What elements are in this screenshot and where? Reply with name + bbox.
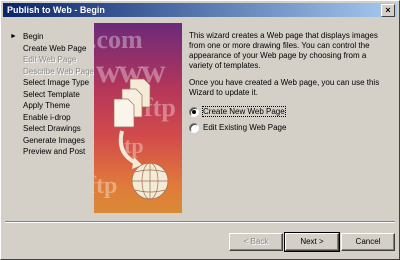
step-label: Edit Web Page bbox=[23, 55, 77, 64]
step-edit-web-page: Edit Web Page bbox=[5, 54, 93, 66]
step-label: Generate Images bbox=[23, 135, 85, 145]
step-enable-idrop: Enable i-drop bbox=[5, 112, 93, 124]
wizard-content: This wizard creates a Web page that disp… bbox=[189, 31, 389, 137]
step-label: Select Template bbox=[23, 89, 80, 99]
curved-arrow-icon bbox=[118, 130, 142, 169]
title-bar[interactable]: Publish to Web - Begin × bbox=[3, 3, 397, 17]
publish-to-web-dialog: Publish to Web - Begin × ► Begin Create … bbox=[0, 0, 400, 260]
step-begin: ► Begin bbox=[5, 31, 93, 43]
step-select-drawings: Select Drawings bbox=[5, 123, 93, 135]
radio-button[interactable] bbox=[189, 123, 199, 133]
step-label: Describe Web Page bbox=[23, 66, 94, 76]
wizard-banner-image: .com www ftp tp ftp bbox=[94, 23, 182, 213]
step-preview-and-post: Preview and Post bbox=[5, 146, 93, 158]
option-label[interactable]: Edit Existing Web Page bbox=[203, 123, 286, 132]
step-label: Apply Theme bbox=[23, 101, 70, 110]
step-apply-theme: Apply Theme bbox=[5, 100, 93, 112]
step-generate-images: Generate Images bbox=[5, 135, 93, 147]
option-label[interactable]: Create New Web Page bbox=[202, 106, 286, 117]
current-step-arrow-icon: ► bbox=[10, 33, 17, 40]
create-new-web-page-option[interactable]: Create New Web Page bbox=[189, 105, 389, 121]
dialog-title: Publish to Web - Begin bbox=[7, 5, 105, 15]
step-describe-web-page: Describe Web Page bbox=[5, 66, 94, 78]
globe-icon bbox=[131, 162, 169, 200]
document-stack-icon bbox=[113, 78, 151, 128]
update-note-text: Once you have created a Web page, you ca… bbox=[189, 78, 380, 97]
step-label: Begin bbox=[23, 32, 44, 41]
close-button[interactable]: × bbox=[381, 4, 395, 17]
wizard-steps-list: ► Begin Create Web Page Edit Web Page De… bbox=[5, 31, 94, 158]
step-select-template: Select Template bbox=[5, 89, 93, 101]
step-label: Preview and Post bbox=[23, 147, 86, 156]
step-label: Select Image Type bbox=[23, 78, 90, 87]
next-button[interactable]: Next > bbox=[284, 232, 340, 252]
step-create-web-page: Create Web Page bbox=[5, 43, 93, 55]
step-label: Create Web Page bbox=[23, 43, 87, 53]
intro-text: This wizard creates a Web page that disp… bbox=[189, 31, 378, 70]
edit-existing-web-page-option[interactable]: Edit Existing Web Page bbox=[189, 121, 389, 137]
footer-divider bbox=[5, 221, 395, 223]
step-label: Select Drawings bbox=[23, 124, 81, 133]
back-button[interactable]: < Back bbox=[229, 233, 283, 251]
radio-button-selected[interactable] bbox=[189, 107, 199, 117]
cancel-button[interactable]: Cancel bbox=[341, 233, 395, 251]
documents-to-globe-illustration bbox=[113, 78, 169, 200]
step-select-image-type: Select Image Type bbox=[5, 77, 93, 89]
step-label: Enable i-drop bbox=[23, 112, 71, 122]
